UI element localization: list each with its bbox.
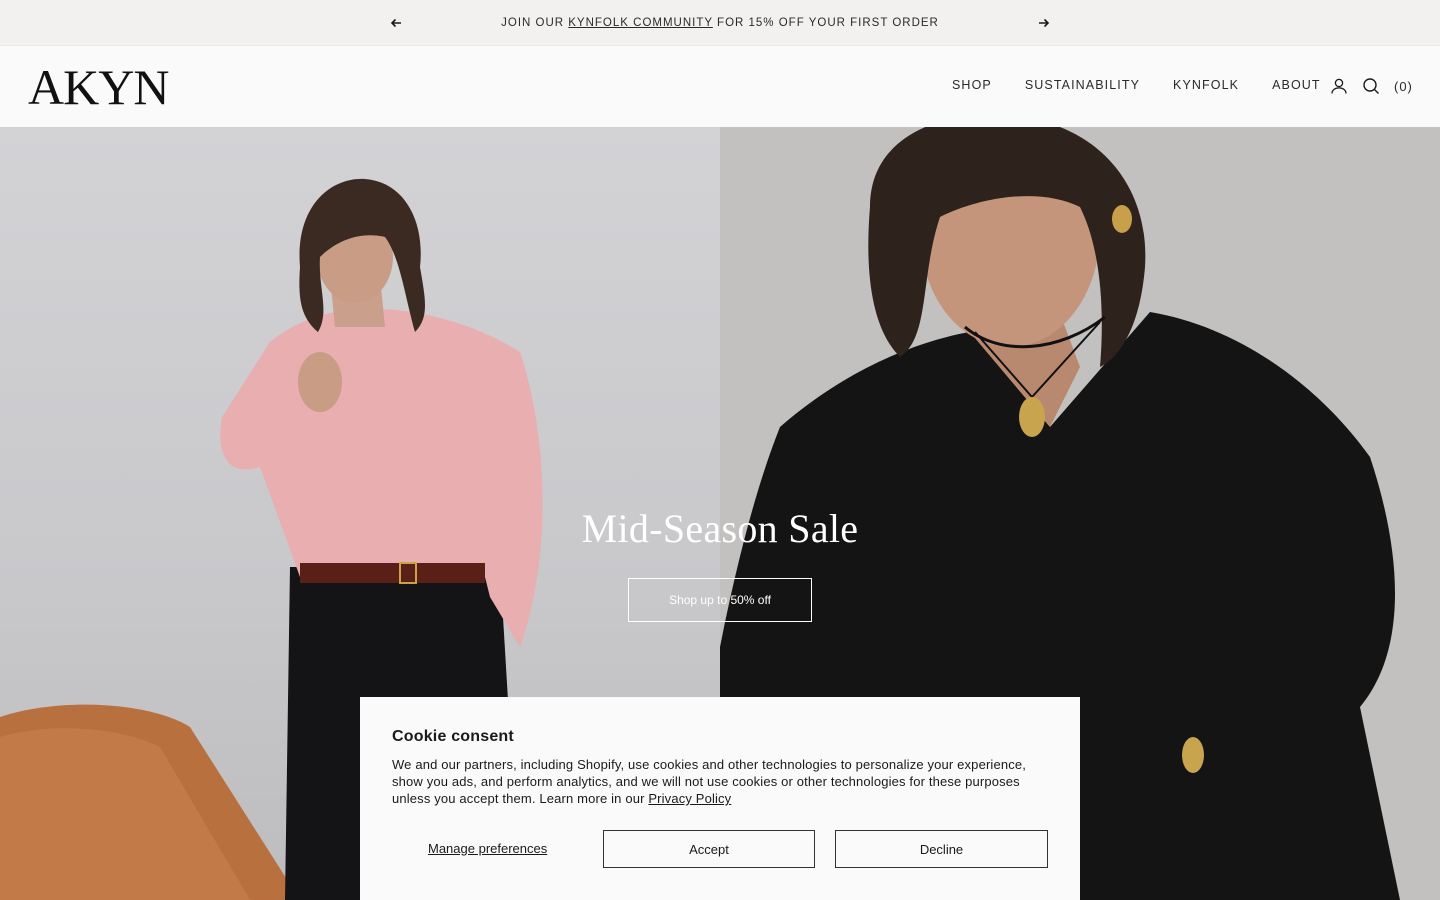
hero-title: Mid-Season Sale <box>581 506 859 551</box>
search-icon[interactable] <box>1361 76 1381 96</box>
nav-about[interactable]: ABOUT <box>1272 78 1321 92</box>
user-icon[interactable] <box>1329 76 1349 96</box>
announcement-bar: JOIN OUR KYNFOLK COMMUNITY FOR 15% OFF Y… <box>0 0 1440 45</box>
nav-sustainability[interactable]: SUSTAINABILITY <box>1025 78 1140 92</box>
privacy-policy-link[interactable]: Privacy Policy <box>648 791 731 806</box>
site-header: AKYN SHOP SUSTAINABILITY KYNFOLK ABOUT (… <box>0 45 1440 127</box>
nav-kynfolk[interactable]: KYNFOLK <box>1173 78 1239 92</box>
arrow-right-icon[interactable] <box>1034 13 1054 33</box>
accept-button[interactable]: Accept <box>603 830 815 868</box>
cookie-consent-banner: Cookie consent We and our partners, incl… <box>360 697 1080 900</box>
cookie-description: We and our partners, including Shopify, … <box>392 757 1027 806</box>
header-actions: (0) <box>1329 76 1413 96</box>
arrow-left-icon[interactable] <box>386 13 406 33</box>
nav-shop[interactable]: SHOP <box>952 78 992 92</box>
shop-sale-button[interactable]: Shop up to 50% off <box>628 578 812 622</box>
cookie-title: Cookie consent <box>392 728 514 745</box>
main-nav: SHOP SUSTAINABILITY KYNFOLK ABOUT <box>952 78 1321 92</box>
decline-button[interactable]: Decline <box>835 830 1048 868</box>
announcement-message: JOIN OUR KYNFOLK COMMUNITY FOR 15% OFF Y… <box>501 16 939 29</box>
brand-logo[interactable]: AKYN <box>28 62 169 112</box>
cookie-actions: Manage preferences Accept Decline <box>392 830 1048 868</box>
kynfolk-community-link[interactable]: KYNFOLK COMMUNITY <box>568 17 713 29</box>
manage-preferences-link[interactable]: Manage preferences <box>428 841 547 856</box>
cart-count[interactable]: (0) <box>1394 79 1413 94</box>
